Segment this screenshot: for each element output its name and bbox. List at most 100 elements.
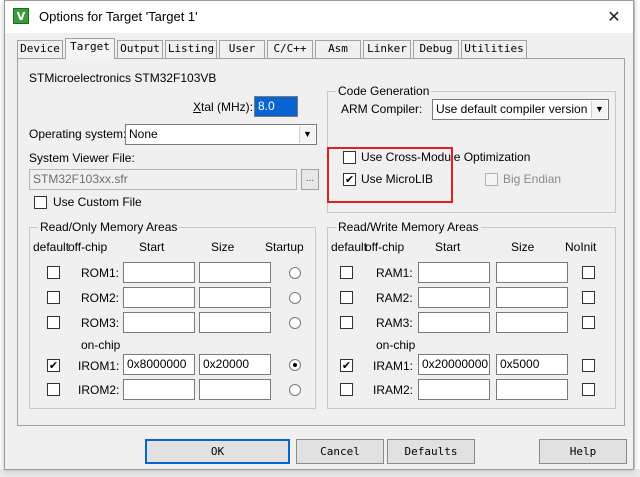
tab-target[interactable]: Target — [65, 38, 115, 59]
options-dialog: V Options for Target 'Target 1' ✕ Device… — [4, 0, 634, 470]
arm-compiler-label: ARM Compiler: — [341, 102, 423, 116]
window-title: Options for Target 'Target 1' — [39, 9, 198, 24]
iram2-label: IRAM2: — [373, 383, 414, 397]
rom3-default-checkbox[interactable] — [47, 316, 60, 329]
rw-header-noinit: NoInit — [565, 240, 597, 254]
arm-compiler-select[interactable]: Use default compiler version 5 ▼ — [432, 99, 609, 120]
ram1-label: RAM1: — [376, 266, 413, 280]
ro-memory-group: Read/Only Memory Areas default off-chip … — [29, 220, 316, 409]
ro-header-default: default — [33, 240, 70, 254]
ram1-start-input[interactable] — [418, 262, 490, 283]
title-bar[interactable]: V Options for Target 'Target 1' ✕ — [5, 1, 633, 33]
target-tab-panel: STMicroelectronics STM32F103VB Xtal (MHz… — [17, 58, 625, 426]
chevron-down-icon[interactable]: ▼ — [299, 126, 315, 143]
ram2-label: RAM2: — [376, 291, 413, 305]
ram2-size-input[interactable] — [496, 287, 568, 308]
irom2-start-input[interactable] — [123, 379, 195, 400]
annotation-highlight-box — [327, 147, 453, 203]
irom1-label: IROM1: — [78, 359, 120, 373]
xtal-label: Xtal (MHz): — [193, 100, 253, 114]
irom1-startup-radio[interactable] — [289, 359, 301, 371]
ram2-start-input[interactable] — [418, 287, 490, 308]
use-custom-file-label: Use Custom File — [53, 195, 142, 209]
iram1-default-checkbox[interactable]: ✔ — [340, 359, 353, 372]
iram2-size-input[interactable] — [496, 379, 568, 400]
big-endian-label: Big Endian — [503, 172, 562, 186]
irom1-default-checkbox[interactable]: ✔ — [47, 359, 60, 372]
iram1-noinit-checkbox[interactable] — [582, 359, 595, 372]
rom3-startup-radio[interactable] — [289, 317, 301, 329]
rom2-size-input[interactable] — [199, 287, 271, 308]
ram3-noinit-checkbox[interactable] — [582, 316, 595, 329]
rom1-startup-radio[interactable] — [289, 267, 301, 279]
ram1-size-input[interactable] — [496, 262, 568, 283]
tab-listing[interactable]: Listing — [165, 40, 217, 58]
tab-linker[interactable]: Linker — [363, 40, 411, 58]
ram2-noinit-checkbox[interactable] — [582, 291, 595, 304]
rom3-start-input[interactable] — [123, 312, 195, 333]
tab-asm[interactable]: Asm — [315, 40, 361, 58]
xtal-input[interactable]: 8.0 — [254, 96, 298, 117]
rom1-label: ROM1: — [81, 266, 120, 280]
rw-onchip-label: on-chip — [376, 338, 416, 352]
background-editor-bottom — [0, 469, 640, 477]
rw-memory-title: Read/Write Memory Areas — [336, 220, 481, 234]
os-label: Operating system: — [29, 127, 127, 141]
tab-user[interactable]: User — [219, 40, 265, 58]
svf-label: System Viewer File: — [29, 151, 135, 165]
rw-header-offchip: off-chip — [365, 240, 405, 254]
xtal-label-rest: tal (MHz): — [201, 100, 254, 114]
iram2-start-input[interactable] — [418, 379, 490, 400]
iram1-start-input[interactable]: 0x20000000 — [418, 354, 490, 375]
iram2-noinit-checkbox[interactable] — [582, 383, 595, 396]
ram1-noinit-checkbox[interactable] — [582, 266, 595, 279]
ro-header-startup: Startup — [265, 240, 304, 254]
irom1-size-input[interactable]: 0x20000 — [199, 354, 271, 375]
defaults-button[interactable]: Defaults — [387, 439, 475, 464]
rom3-size-input[interactable] — [199, 312, 271, 333]
tab-debug[interactable]: Debug — [413, 40, 459, 58]
ram2-default-checkbox[interactable] — [340, 291, 353, 304]
rw-header-start: Start — [435, 240, 461, 254]
ok-button[interactable]: OK — [145, 439, 290, 464]
tab-utilities[interactable]: Utilities — [461, 40, 527, 58]
irom2-label: IROM2: — [78, 383, 120, 397]
os-select[interactable]: None ▼ — [125, 124, 317, 145]
tab-c-cpp[interactable]: C/C++ — [267, 40, 313, 58]
ro-memory-title: Read/Only Memory Areas — [38, 220, 180, 234]
close-icon[interactable]: ✕ — [601, 5, 627, 29]
rw-header-default: default — [331, 240, 368, 254]
code-generation-title: Code Generation — [336, 84, 432, 98]
ram1-default-checkbox[interactable] — [340, 266, 353, 279]
rom1-size-input[interactable] — [199, 262, 271, 283]
rom1-default-checkbox[interactable] — [47, 266, 60, 279]
tab-output[interactable]: Output — [117, 40, 163, 58]
ram3-size-input[interactable] — [496, 312, 568, 333]
big-endian-checkbox — [485, 173, 498, 186]
ram3-start-input[interactable] — [418, 312, 490, 333]
tab-device[interactable]: Device — [17, 40, 63, 58]
radio-selected-dot — [293, 363, 297, 367]
help-button[interactable]: Help — [539, 439, 627, 464]
svf-browse-button: ... — [301, 169, 319, 190]
rom1-start-input[interactable] — [123, 262, 195, 283]
keil-app-icon: V — [13, 8, 29, 24]
irom2-default-checkbox[interactable] — [47, 383, 60, 396]
iram2-default-checkbox[interactable] — [340, 383, 353, 396]
ram3-label: RAM3: — [376, 316, 413, 330]
iram1-size-input[interactable]: 0x5000 — [496, 354, 568, 375]
irom1-start-input[interactable]: 0x8000000 — [123, 354, 195, 375]
device-name: STMicroelectronics STM32F103VB — [29, 71, 217, 85]
irom2-size-input[interactable] — [199, 379, 271, 400]
rom2-startup-radio[interactable] — [289, 292, 301, 304]
iram1-label: IRAM1: — [373, 359, 414, 373]
rom2-default-checkbox[interactable] — [47, 291, 60, 304]
ro-header-size: Size — [211, 240, 235, 254]
ram3-default-checkbox[interactable] — [340, 316, 353, 329]
chevron-down-icon[interactable]: ▼ — [591, 101, 607, 118]
cancel-button[interactable]: Cancel — [296, 439, 384, 464]
svf-path-field: STM32F103xx.sfr — [29, 169, 297, 190]
irom2-startup-radio[interactable] — [289, 384, 301, 396]
use-custom-file-checkbox[interactable] — [34, 196, 47, 209]
rom2-start-input[interactable] — [123, 287, 195, 308]
